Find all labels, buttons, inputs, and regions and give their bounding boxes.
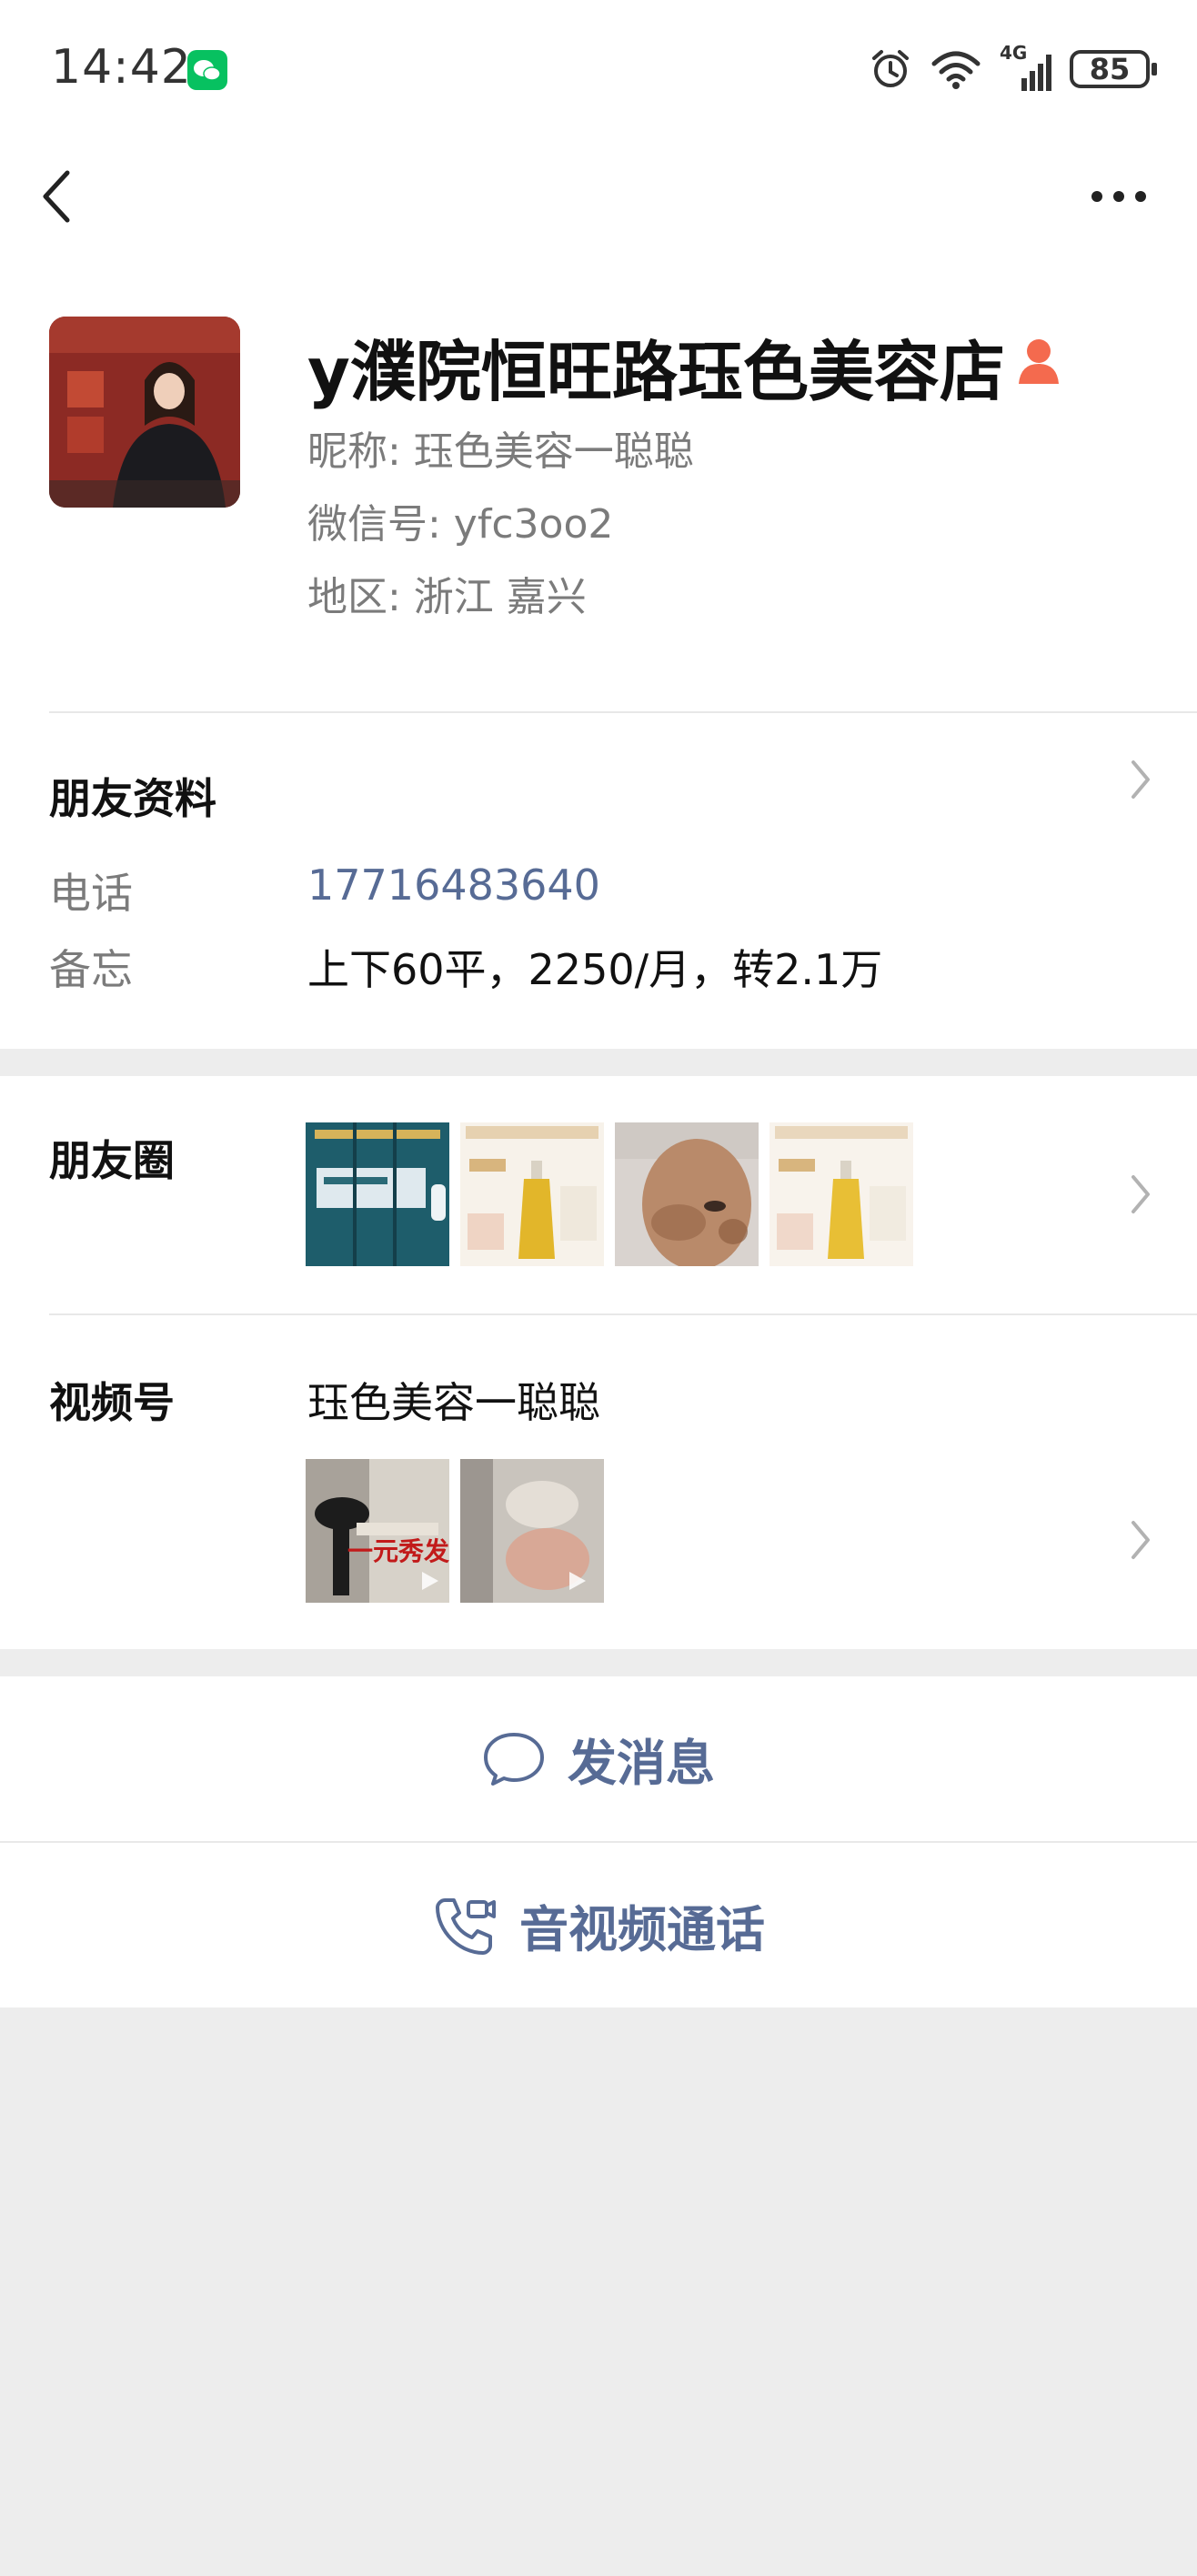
status-icons: 4G 85 xyxy=(869,42,1157,96)
region: 地区: 浙江 嘉兴 xyxy=(307,574,587,620)
back-button[interactable] xyxy=(33,160,87,233)
chat-bubble-icon xyxy=(484,1732,544,1786)
moment-thumbnail[interactable] xyxy=(460,1122,604,1266)
more-icon xyxy=(1091,191,1146,202)
phone-label: 电话 xyxy=(49,869,133,918)
chevron-right-icon xyxy=(1132,1175,1150,1213)
channel-name: 珏色美容一聪聪 xyxy=(307,1378,600,1427)
nickname: 昵称: 珏色美容一聪聪 xyxy=(307,428,694,475)
send-message-button[interactable]: 发消息 xyxy=(0,1676,1197,1841)
alarm-icon xyxy=(872,50,909,87)
avatar[interactable] xyxy=(49,317,240,508)
divider xyxy=(49,1313,1197,1315)
person-icon xyxy=(1019,339,1059,384)
send-message-label: 发消息 xyxy=(568,1735,715,1792)
moment-thumbnail[interactable] xyxy=(615,1122,759,1266)
friend-info-title: 朋友资料 xyxy=(49,774,216,823)
network-type: 4G xyxy=(1000,42,1028,64)
channel-video-thumbnail[interactable] xyxy=(460,1459,604,1603)
section-gap xyxy=(0,1649,1197,1676)
phone-video-icon xyxy=(436,1897,496,1955)
video-call-button[interactable]: 音视频通话 xyxy=(0,1843,1197,2007)
wifi-icon xyxy=(931,51,981,89)
profile-name: y濮院恒旺路珏色美容店 xyxy=(307,334,1005,410)
wechat-notification-icon xyxy=(187,50,227,90)
signal-indicator: 4G xyxy=(1000,42,1051,91)
more-button[interactable] xyxy=(1082,178,1155,215)
moment-thumbnail[interactable] xyxy=(306,1122,449,1266)
section-gap xyxy=(0,1049,1197,1076)
chevron-right-icon xyxy=(1132,760,1150,799)
chevron-right-icon xyxy=(1132,1521,1150,1559)
battery-indicator: 85 xyxy=(1070,50,1157,88)
phone-number[interactable]: 17716483640 xyxy=(307,860,600,910)
status-time: 14:42 xyxy=(51,40,192,95)
video-thumb-caption: 一元秀发 xyxy=(347,1536,449,1566)
page-background xyxy=(0,2007,1197,2576)
video-call-label: 音视频通话 xyxy=(519,1901,765,1958)
back-arrow-icon xyxy=(43,170,70,223)
channel-video-thumbnail[interactable]: 一元秀发 xyxy=(306,1459,449,1603)
moment-thumbnail[interactable] xyxy=(770,1122,913,1266)
moments-title: 朋友圈 xyxy=(49,1136,175,1185)
memo-label: 备忘 xyxy=(49,945,133,994)
battery-level: 85 xyxy=(1089,52,1131,86)
divider xyxy=(49,711,1197,713)
memo-value: 上下60平，2250/月，转2.1万 xyxy=(307,945,883,994)
wechat-id: 微信号: yfc3oo2 xyxy=(307,501,614,548)
channels-title: 视频号 xyxy=(49,1378,175,1427)
